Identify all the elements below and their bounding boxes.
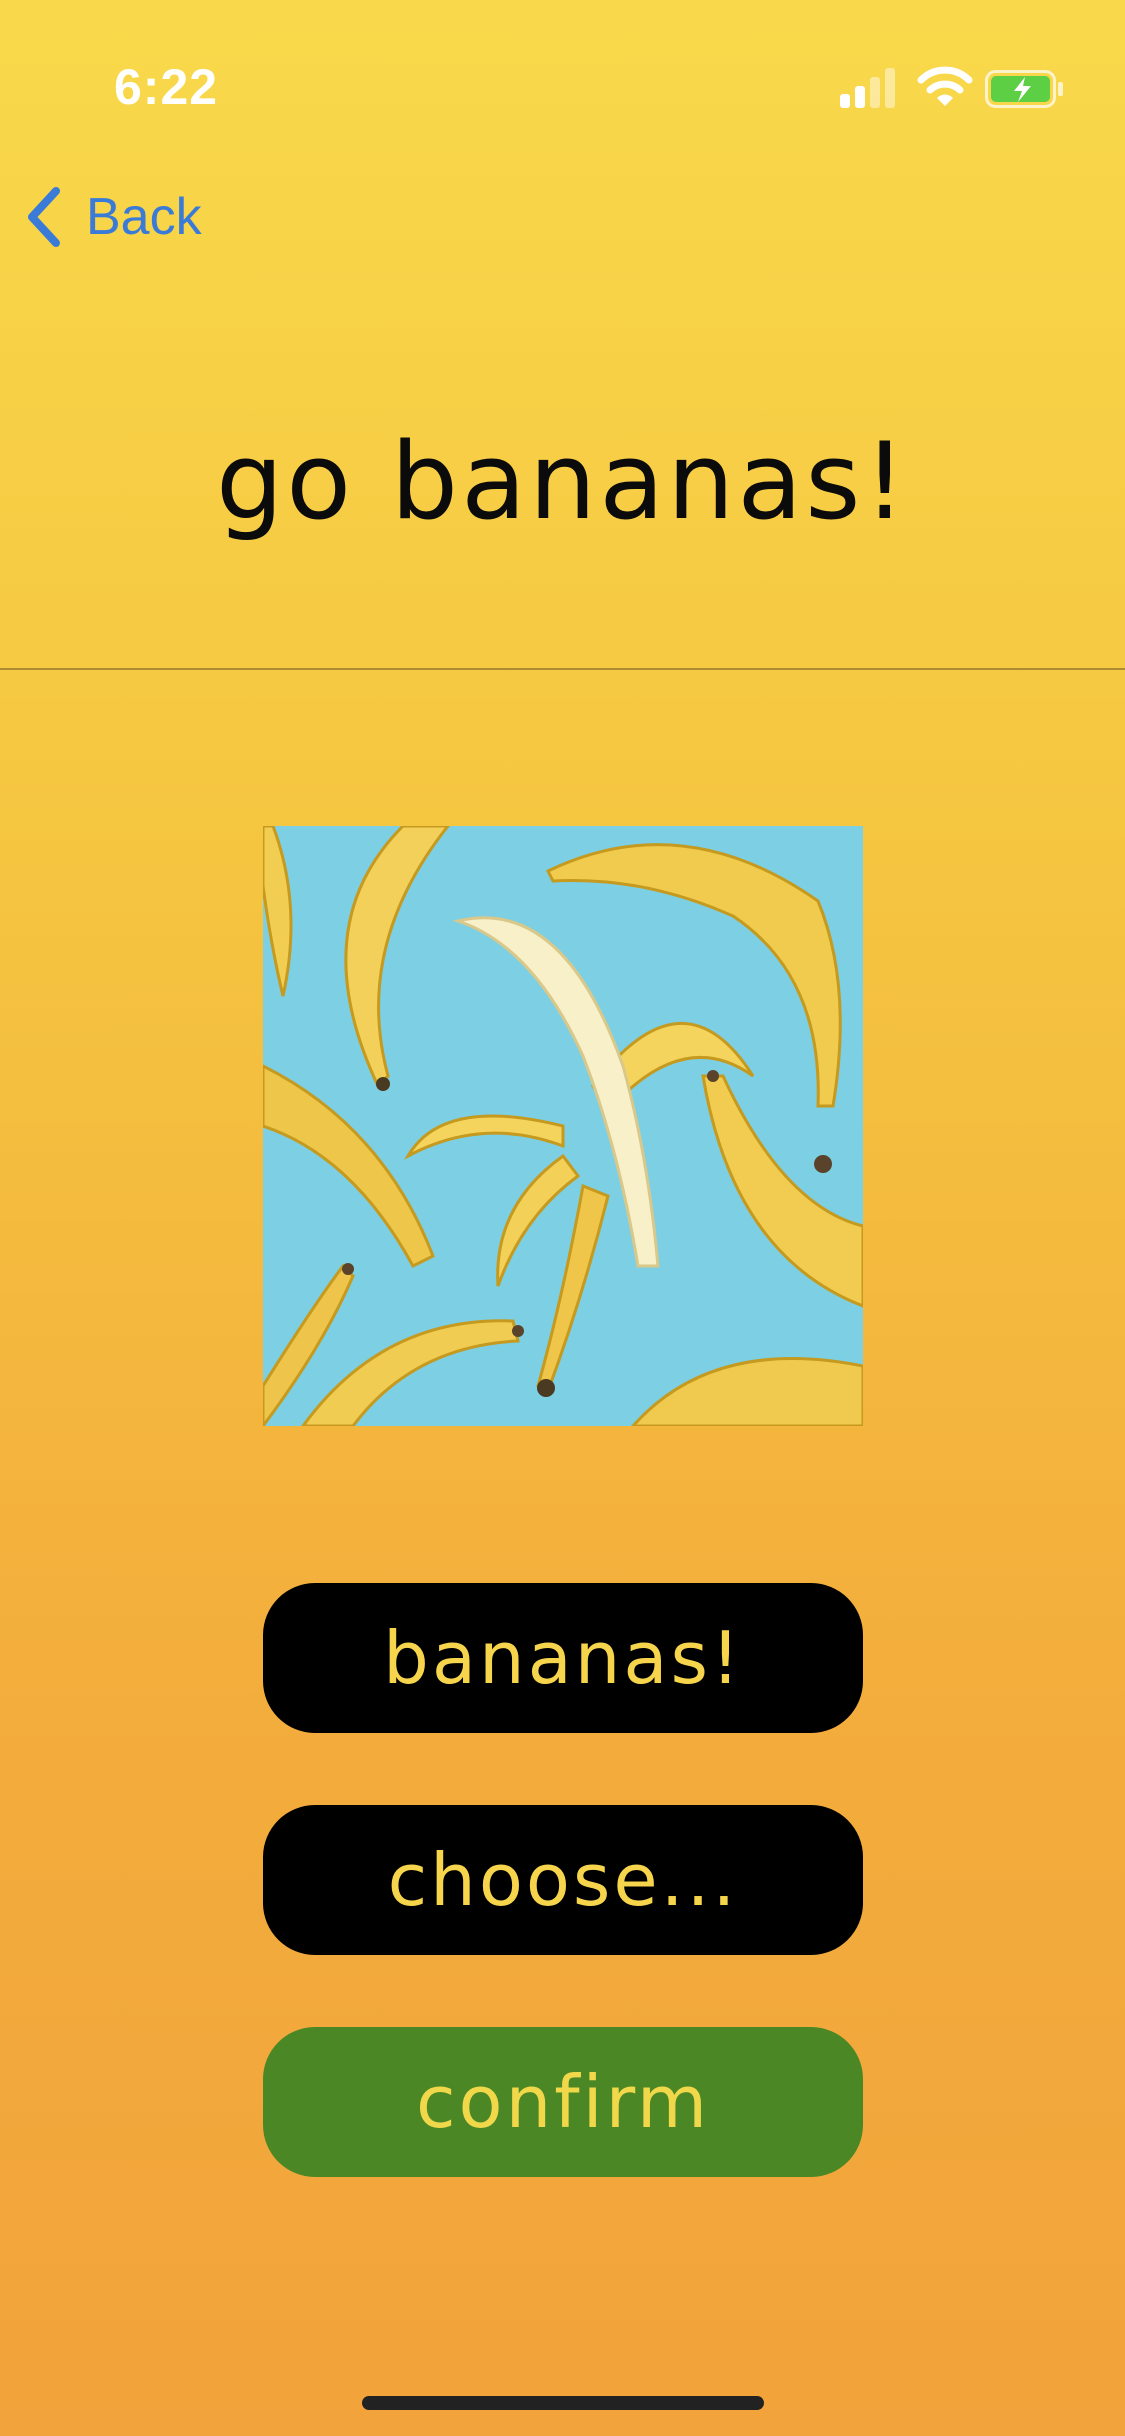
app-screen: 6:22 Back go bananas! bananas! choose...… [0,0,1125,2436]
confirm-button[interactable]: confirm [263,2027,863,2177]
banana-photo [263,826,863,1426]
cellular-signal-icon [840,68,895,108]
bananas-button[interactable]: bananas! [263,1583,863,1733]
header-divider [0,668,1125,670]
choose-button[interactable]: choose... [263,1805,863,1955]
chevron-left-icon [28,187,60,247]
battery-charging-icon [985,70,1063,108]
back-button[interactable]: Back [24,182,202,252]
home-indicator[interactable] [362,2396,764,2410]
page-title: go bananas! [215,420,910,543]
wifi-icon [917,66,973,106]
back-label: Back [86,188,202,246]
status-time: 6:22 [114,59,219,115]
